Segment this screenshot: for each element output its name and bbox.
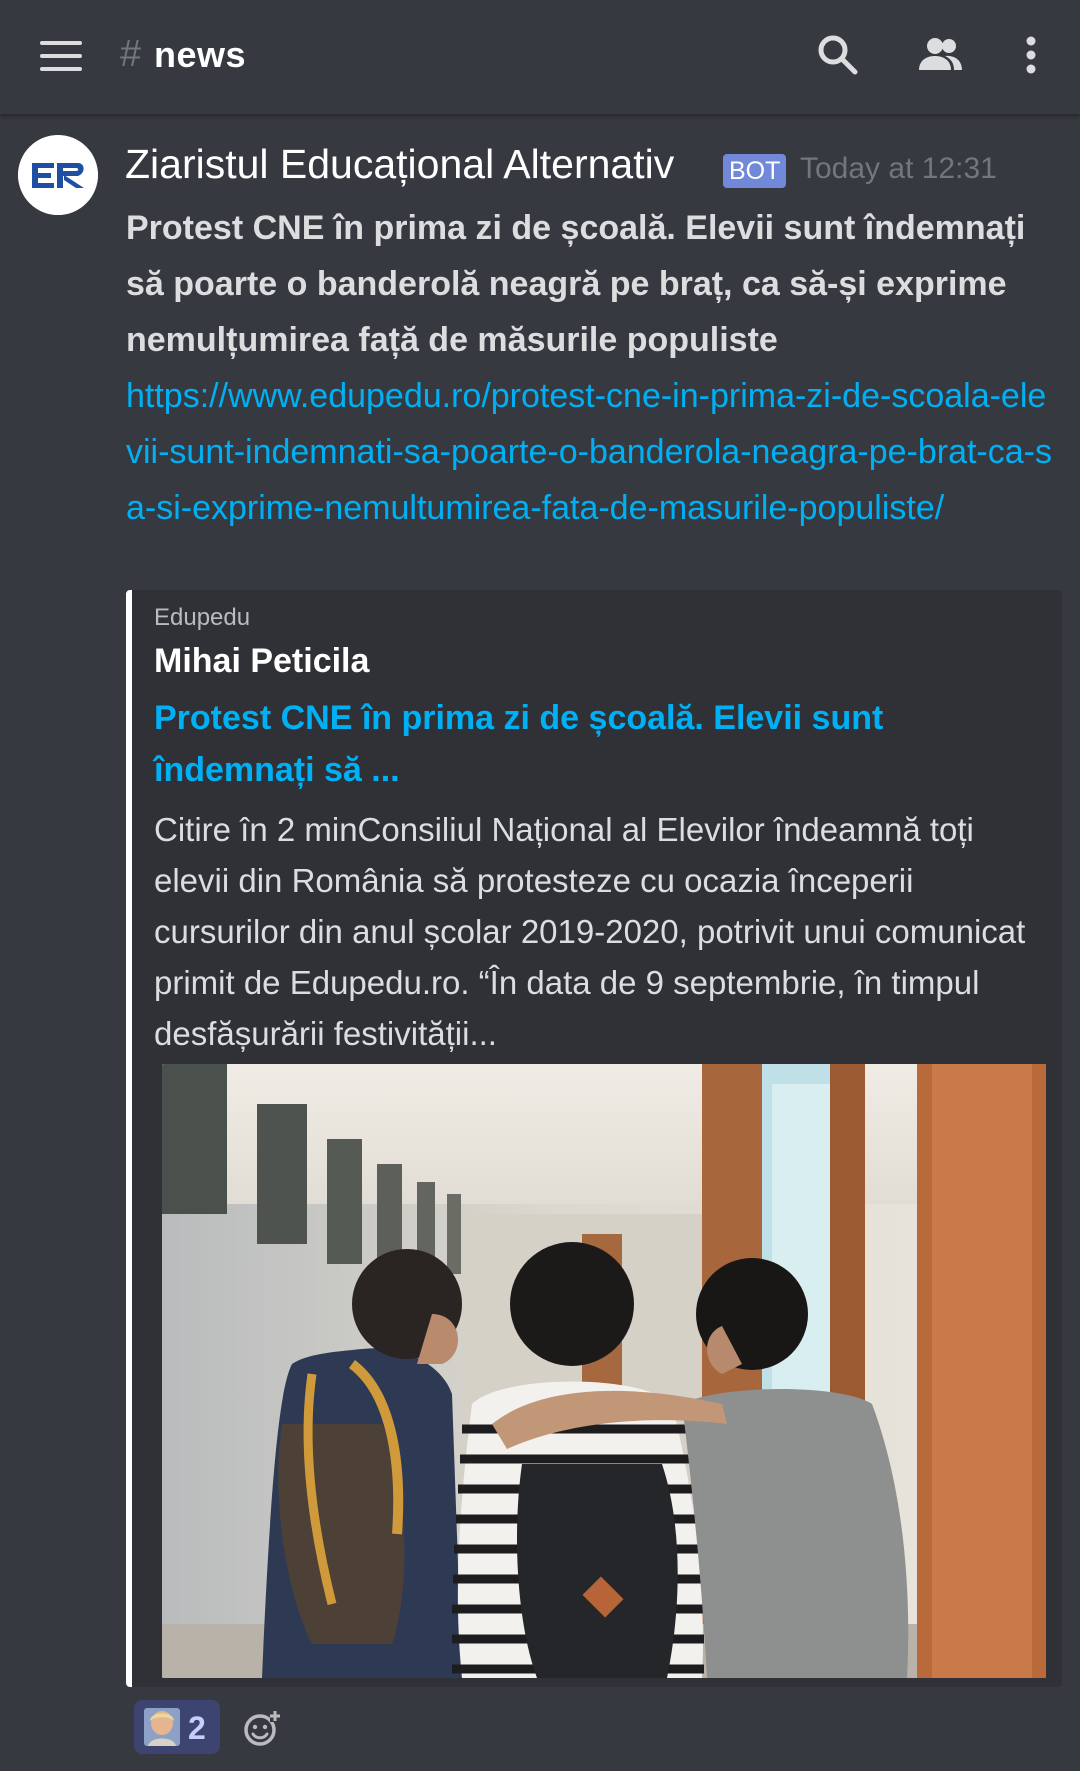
channel-name: news bbox=[154, 34, 247, 75]
embed-description: Citire în 2 minConsiliul Național al Ele… bbox=[154, 811, 1026, 1052]
add-reaction-icon[interactable] bbox=[242, 1708, 282, 1748]
message-link[interactable]: https://www.edupedu.ro/protest-cne-in-pr… bbox=[126, 368, 1056, 536]
more-options-icon[interactable] bbox=[1006, 30, 1056, 80]
reaction-count: 2 bbox=[188, 1710, 206, 1746]
channel-header: # news bbox=[0, 0, 1080, 114]
reaction-button[interactable]: 2 bbox=[134, 1700, 220, 1754]
channel-hash-icon: # bbox=[120, 33, 142, 75]
embed-provider: Edupedu bbox=[154, 604, 251, 631]
person-emoji-icon bbox=[144, 1708, 180, 1746]
members-icon[interactable] bbox=[915, 30, 965, 80]
embed-thumbnail-image[interactable] bbox=[162, 1064, 1046, 1678]
author-name[interactable]: Ziaristul Educațional Alternativ bbox=[125, 141, 674, 188]
embed-author[interactable]: Mihai Peticila bbox=[154, 642, 369, 681]
message-text: Protest CNE în prima zi de școală. Elevi… bbox=[126, 209, 1026, 359]
embed-title[interactable]: Protest CNE în prima zi de școală. Elevi… bbox=[154, 692, 914, 796]
bot-badge: BOT bbox=[723, 154, 787, 188]
link-embed: Edupedu Mihai Peticila Protest CNE în pr… bbox=[126, 590, 1062, 1687]
author-avatar[interactable] bbox=[18, 135, 98, 215]
message-timestamp: Today at 12:31 bbox=[800, 152, 997, 185]
hamburger-menu-icon[interactable] bbox=[40, 41, 82, 71]
search-icon[interactable] bbox=[813, 30, 863, 80]
